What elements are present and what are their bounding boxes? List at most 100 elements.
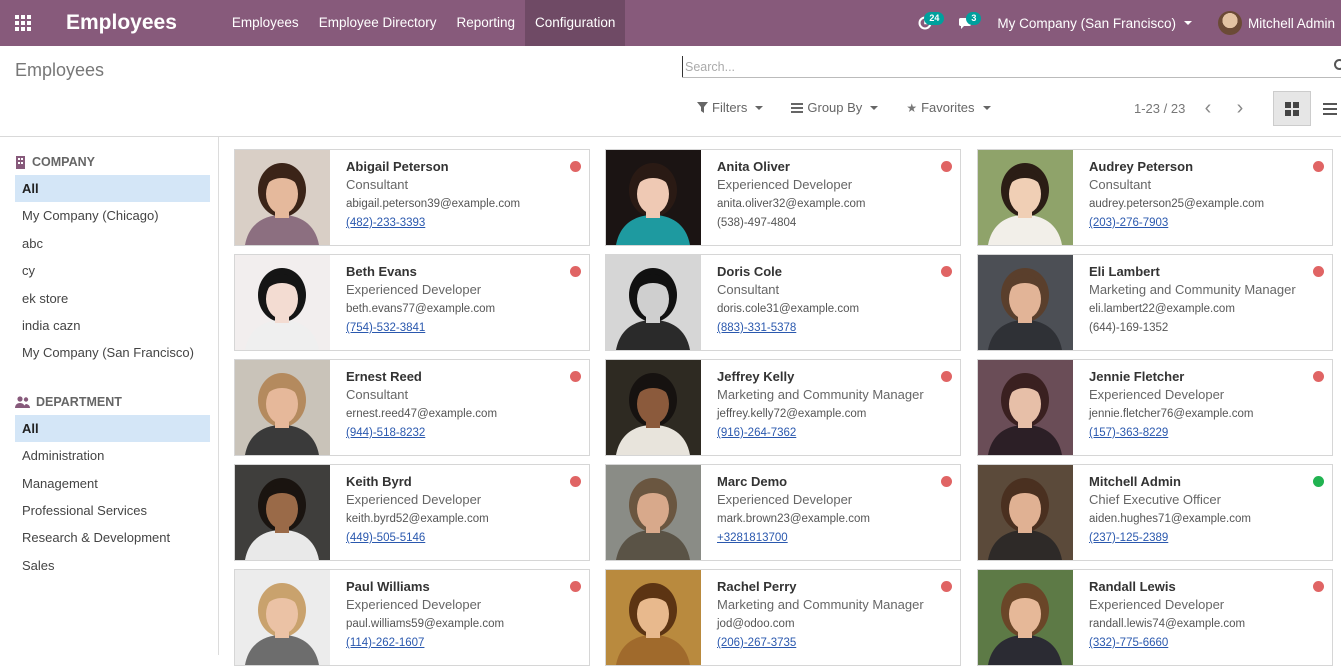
department-filter-item[interactable]: Management: [15, 470, 210, 497]
company-filter-item[interactable]: All: [15, 175, 210, 203]
employee-phone[interactable]: (332)-775-6660: [1089, 636, 1332, 651]
company-switcher[interactable]: My Company (San Francisco): [997, 16, 1192, 31]
kanban-view-button[interactable]: [1273, 91, 1311, 126]
employee-name: Jeffrey Kelly: [717, 369, 795, 384]
filters-label: Filters: [712, 100, 748, 115]
employee-phone[interactable]: (916)-264-7362: [717, 426, 960, 441]
department-header-label: DEPARTMENT: [36, 394, 122, 409]
employee-photo: [235, 570, 330, 665]
group-by-button[interactable]: Group By: [791, 100, 879, 115]
control-panel: Employees Filters Group By ★ Favorites 1…: [0, 46, 1341, 137]
company-name: My Company (San Francisco): [997, 15, 1176, 31]
menu-reporting[interactable]: Reporting: [446, 0, 525, 46]
employee-phone[interactable]: (482)-233-3393: [346, 216, 589, 231]
employee-phone[interactable]: (206)-267-3735: [717, 636, 960, 651]
employee-name: Marc Demo: [717, 474, 788, 489]
department-filter-item[interactable]: Administration: [15, 442, 210, 469]
employee-card[interactable]: Anita Oliver Experienced Developer anita.o…: [605, 149, 961, 246]
employee-card[interactable]: Audrey Peterson Consultant audrey.peterson…: [977, 149, 1333, 246]
pager-value[interactable]: 1-23 / 23: [1134, 101, 1185, 116]
department-filter-item[interactable]: Professional Services: [15, 497, 210, 524]
employee-job-title: Consultant: [1089, 177, 1152, 192]
group-by-label: Group By: [807, 100, 863, 115]
company-filter-item[interactable]: india cazn: [15, 312, 210, 339]
pager-previous-button[interactable]: ‹: [1197, 97, 1219, 119]
employee-email: mark.brown23@example.com: [717, 513, 870, 525]
employee-photo: [978, 255, 1073, 350]
employee-phone[interactable]: +3281813700: [717, 531, 960, 546]
department-section-header: DEPARTMENT: [15, 395, 218, 409]
employee-job-title: Experienced Developer: [1089, 597, 1225, 612]
employee-card[interactable]: Rachel Perry Marketing and Community Mana…: [605, 569, 961, 666]
employee-card[interactable]: Jeffrey Kelly Marketing and Community Man…: [605, 359, 961, 456]
employee-photo: [235, 150, 330, 245]
employee-card[interactable]: Beth Evans Experienced Developer beth.evan…: [234, 254, 590, 351]
pager-next-button[interactable]: ›: [1229, 97, 1251, 119]
employee-card[interactable]: Keith Byrd Experienced Developer keith.byr…: [234, 464, 590, 561]
employee-phone[interactable]: (157)-363-8229: [1089, 426, 1332, 441]
employee-email: jod@odoo.com: [717, 618, 795, 630]
chevron-down-icon: [982, 105, 991, 110]
filters-button[interactable]: Filters: [697, 100, 764, 115]
company-filter-item[interactable]: cy: [15, 257, 210, 284]
employee-name: Eli Lambert: [1089, 264, 1160, 279]
employee-phone[interactable]: (883)-331-5378: [717, 321, 960, 336]
employee-card[interactable]: Abigail Peterson Consultant abigail.peters…: [234, 149, 590, 246]
employee-job-title: Consultant: [717, 282, 780, 297]
apps-menu-icon[interactable]: [0, 0, 46, 46]
menu-employees[interactable]: Employees: [222, 0, 309, 46]
user-menu[interactable]: Mitchell Admin: [1217, 11, 1335, 35]
company-filter-item[interactable]: ek store: [15, 285, 210, 312]
employee-phone[interactable]: (944)-518-8232: [346, 426, 589, 441]
employee-card[interactable]: Mitchell Admin Chief Executive Officer aid…: [977, 464, 1333, 561]
search-icon[interactable]: [1334, 59, 1341, 70]
list-icon: [1323, 102, 1337, 115]
employee-job-title: Marketing and Community Manager: [717, 597, 924, 612]
employee-phone[interactable]: (203)-276-7903: [1089, 216, 1332, 231]
message-count-badge: 3: [966, 12, 982, 25]
employee-job-title: Experienced Developer: [1089, 387, 1225, 402]
department-filter-item[interactable]: Research & Development: [15, 524, 210, 551]
employee-photo: [978, 570, 1073, 665]
favorites-button[interactable]: ★ Favorites: [906, 100, 991, 115]
avatar: [1217, 11, 1242, 35]
employee-phone: (538)-497-4804: [717, 217, 797, 229]
employee-card[interactable]: Eli Lambert Marketing and Community Manag…: [977, 254, 1333, 351]
messages-button[interactable]: 3: [945, 0, 985, 46]
employee-phone[interactable]: (449)-505-5146: [346, 531, 589, 546]
employee-phone[interactable]: (237)-125-2389: [1089, 531, 1332, 546]
employee-email: doris.cole31@example.com: [717, 303, 860, 315]
employee-name: Beth Evans: [346, 264, 417, 279]
employee-card[interactable]: Randall Lewis Experienced Developer randal…: [977, 569, 1333, 666]
employee-email: abigail.peterson39@example.com: [346, 198, 521, 210]
activity-button[interactable]: 24: [905, 0, 945, 46]
list-view-button[interactable]: [1311, 91, 1341, 126]
employee-job-title: Chief Executive Officer: [1089, 492, 1221, 507]
search-input[interactable]: [682, 56, 1322, 77]
company-filter-item[interactable]: abc: [15, 230, 210, 257]
company-header-label: COMPANY: [32, 155, 95, 169]
department-filter-item[interactable]: All: [15, 414, 210, 443]
employee-phone[interactable]: (754)-532-3841: [346, 321, 589, 336]
employee-photo: [235, 255, 330, 350]
employee-name: Abigail Peterson: [346, 159, 449, 174]
employee-email: jennie.fletcher76@example.com: [1089, 408, 1254, 420]
menu-configuration[interactable]: Configuration: [525, 0, 626, 46]
employee-card[interactable]: Jennie Fletcher Experienced Developer jenn…: [977, 359, 1333, 456]
presence-status-icon: [1313, 161, 1324, 172]
employee-card[interactable]: Paul Williams Experienced Developer paul.w…: [234, 569, 590, 666]
app-title: Employees: [66, 11, 177, 34]
chevron-down-icon: [755, 105, 764, 110]
employee-card[interactable]: Doris Cole Consultant doris.cole31@example…: [605, 254, 961, 351]
company-filter-item[interactable]: My Company (San Francisco): [15, 339, 210, 366]
department-filter-item[interactable]: Sales: [15, 552, 210, 579]
employee-photo: [235, 465, 330, 560]
company-filter-item[interactable]: My Company (Chicago): [15, 202, 210, 229]
menu-employee-directory[interactable]: Employee Directory: [309, 0, 447, 46]
filter-icon: [697, 102, 708, 113]
employee-phone[interactable]: (114)-262-1607: [346, 636, 589, 651]
employee-card[interactable]: Ernest Reed Consultant ernest.reed47@examp…: [234, 359, 590, 456]
employee-photo: [606, 570, 701, 665]
employee-card[interactable]: Marc Demo Experienced Developer mark.brown…: [605, 464, 961, 561]
activity-count-badge: 24: [924, 12, 945, 25]
